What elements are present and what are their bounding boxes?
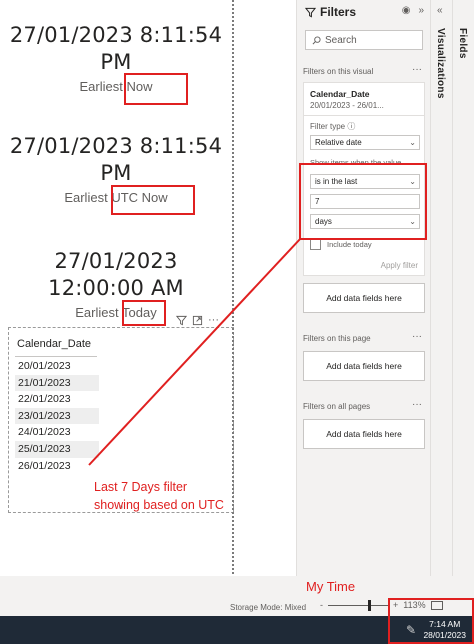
annotation-my-time: My Time [306, 579, 356, 594]
annotation-note: Last 7 Days filter showing based on UTC [94, 478, 224, 514]
annotation-note-line2: showing based on UTC [94, 498, 224, 512]
annotation-arrow [88, 237, 302, 466]
annotation-note-line1: Last 7 Days filter [94, 480, 188, 494]
